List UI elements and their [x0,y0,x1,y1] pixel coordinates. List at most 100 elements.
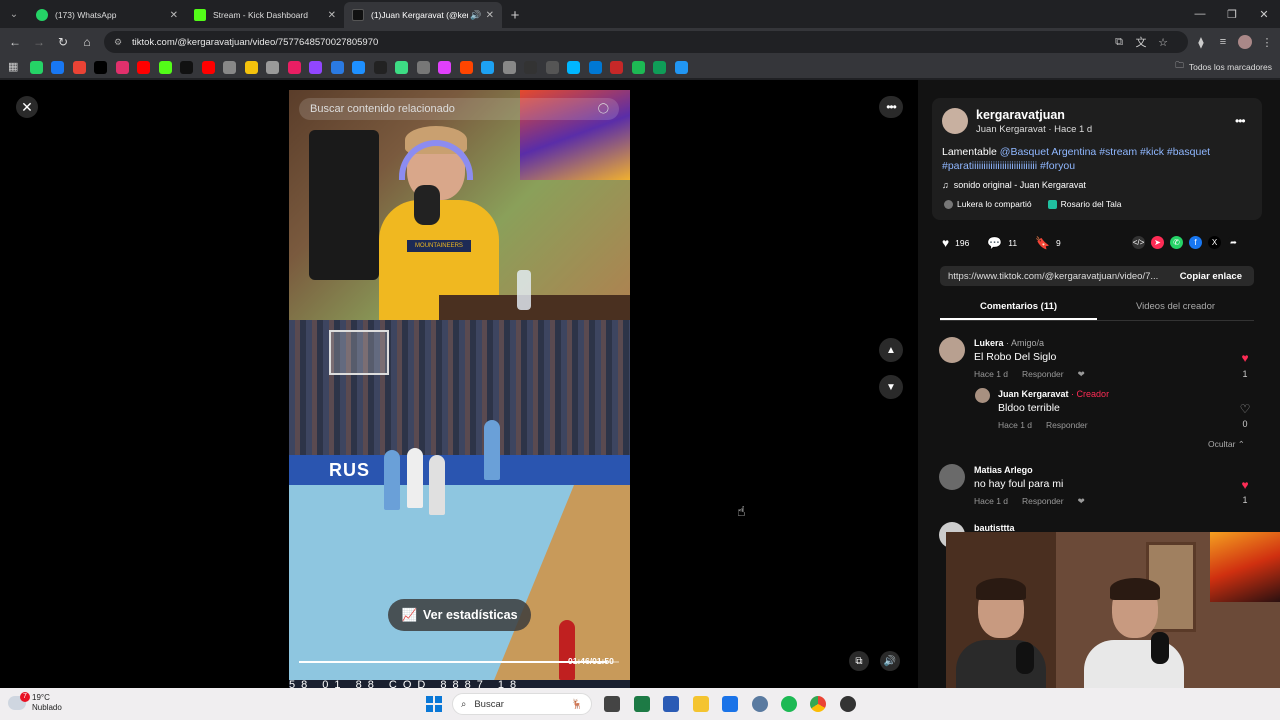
chrome-icon[interactable] [810,696,826,712]
apps-grid-icon[interactable]: ▦ [8,61,21,74]
bookmark-icon[interactable] [610,60,623,74]
bookmark-icon[interactable] [674,60,688,74]
commenter-avatar[interactable] [939,464,965,490]
site-info-icon[interactable]: ⚙ [114,37,124,47]
reply-button[interactable]: Responder [1046,420,1088,430]
bookmark-icon[interactable] [352,60,365,74]
shared-by[interactable]: Lukera lo compartió [957,199,1032,209]
comment-author[interactable]: Lukera · Amigo/a [974,338,1044,348]
bookmark-icon[interactable] [502,60,516,74]
menu-icon[interactable]: ⋮ [1260,36,1274,49]
task-view-icon[interactable] [604,696,620,712]
word-icon[interactable] [663,696,679,712]
bookmark-icon[interactable] [94,60,107,74]
tab-kick[interactable]: Stream - Kick Dashboard ✕ [186,2,344,28]
embed-icon[interactable]: </> [1132,236,1145,249]
comment-like-icon[interactable]: ♥ [1238,351,1252,365]
close-window-icon[interactable]: ✕ [1248,0,1280,28]
bookmark-icon[interactable] [373,60,387,74]
tab-creator-videos[interactable]: Videos del creador [1097,297,1254,320]
video-player[interactable]: MOUNTAINEERS Buscar contenido relacionad… [289,90,630,690]
tab-comments[interactable]: Comentarios (11) [940,297,1097,320]
bookmark-icon[interactable] [72,60,86,74]
share-arrow-icon[interactable]: ➦ [1227,236,1240,249]
author-username[interactable]: kergaravatjuan [976,108,1065,122]
search-icon[interactable]: ◯ [598,98,609,120]
video-more-options-button[interactable]: ••• [879,96,903,118]
bookmark-icon[interactable] [545,60,559,74]
back-icon[interactable]: ← [3,30,27,54]
extensions-icon[interactable]: ⧫ [1194,36,1208,49]
bookmark-icon[interactable] [180,60,193,74]
reload-icon[interactable]: ↻ [51,30,75,54]
install-icon[interactable]: ⧉ [1112,36,1126,49]
facebook-share-icon[interactable]: f [1189,236,1202,249]
bookmark-icon[interactable] [115,60,129,74]
start-icon[interactable] [426,696,442,712]
bookmark-icon[interactable] [524,60,537,74]
bookmark-icon[interactable] [223,60,236,74]
bookmark-icon[interactable] [29,60,43,74]
location[interactable]: Rosario del Tala [1061,199,1122,209]
bookmark-icon[interactable] [631,60,645,74]
weather-widget[interactable]: 7 19°C Nublado [8,692,62,713]
like-button[interactable]: ♥ 196 [942,236,969,250]
view-stats-button[interactable]: 📈 Ver estadísticas [388,599,531,631]
comment-like-icon[interactable]: ♡ [1238,402,1252,416]
volume-button[interactable]: 🔊 [880,651,900,671]
bookmark-icon[interactable] [266,60,279,74]
tab-tiktok[interactable]: (1)Juan Kergaravat (@kergaravatjuan) - T… [344,2,502,28]
url-bar[interactable]: ⚙ tiktok.com/@kergaravatjuan/video/75776… [104,31,1188,53]
app-icon[interactable] [840,696,856,712]
media-icon[interactable]: ≡ [1216,36,1230,48]
profile-avatar[interactable] [1238,35,1252,49]
home-icon[interactable]: ⌂ [75,30,99,54]
settings-icon[interactable] [752,696,768,712]
bookmark-icon[interactable] [201,60,215,74]
file-explorer-icon[interactable] [693,696,709,712]
copy-link-button[interactable]: Copiar enlace [1168,271,1254,282]
tab-whatsapp[interactable]: (173) WhatsApp ✕ [28,2,186,28]
floating-player-button[interactable]: ⧉ [849,651,869,671]
tab-close-icon[interactable]: ✕ [486,10,494,21]
send-icon[interactable]: ➤ [1151,236,1164,249]
author-more-button[interactable]: ••• [1235,114,1246,128]
description-tags[interactable]: #paratiiiiiiiiiiiiiiiiiiiiiiiiiiii #fory… [942,160,1075,172]
bookmark-icon[interactable] [416,60,430,74]
restore-icon[interactable]: ❐ [1216,0,1248,28]
taskbar-search[interactable]: ⌕ Buscar 🦌 [452,693,592,715]
description-tags[interactable]: @Basquet Argentina #stream #kick #basque… [1000,146,1210,158]
bookmark-icon[interactable] [481,60,494,74]
bookmark-icon[interactable] [459,60,473,74]
bookmark-icon[interactable] [653,60,666,74]
tab-search-icon[interactable]: ⌄ [0,0,28,28]
next-video-button[interactable]: ▼ [879,375,903,399]
forward-icon[interactable]: → [27,30,51,54]
excel-icon[interactable] [634,696,650,712]
comment-button[interactable]: 💬 11 [987,236,1017,250]
bookmark-icon[interactable] [588,60,602,74]
bookmark-icon[interactable] [330,60,344,74]
all-bookmarks-folder[interactable]: 🗀 Todos los marcadores [1175,60,1272,74]
commenter-avatar[interactable] [939,337,965,363]
previous-video-button[interactable]: ▲ [879,338,903,362]
spotify-icon[interactable] [781,696,797,712]
video-link[interactable]: https://www.tiktok.com/@kergaravatjuan/v… [940,271,1168,282]
bookmark-icon[interactable] [244,60,258,74]
reply-button[interactable]: Responder [1022,369,1064,379]
translate-icon[interactable]: 文 [1134,34,1148,50]
commenter-avatar[interactable] [975,388,990,403]
bookmark-icon[interactable] [287,60,301,74]
bookmark-icon[interactable] [438,60,451,74]
save-button[interactable]: 🔖 9 [1035,236,1061,250]
bookmark-icon[interactable] [137,60,150,74]
bookmark-star-icon[interactable]: ☆ [1156,36,1170,49]
related-search-input[interactable]: Buscar contenido relacionado ◯ [299,98,619,120]
bookmark-icon[interactable] [158,60,172,74]
whatsapp-share-icon[interactable]: ✆ [1170,236,1183,249]
sound-link[interactable]: ♫ sonido original - Juan Kergaravat [942,180,1086,190]
comment-author[interactable]: Matias Arlego [974,465,1033,475]
bookmark-icon[interactable] [395,60,408,74]
tab-close-icon[interactable]: ✕ [328,10,336,21]
new-tab-button[interactable]: + [502,2,528,28]
